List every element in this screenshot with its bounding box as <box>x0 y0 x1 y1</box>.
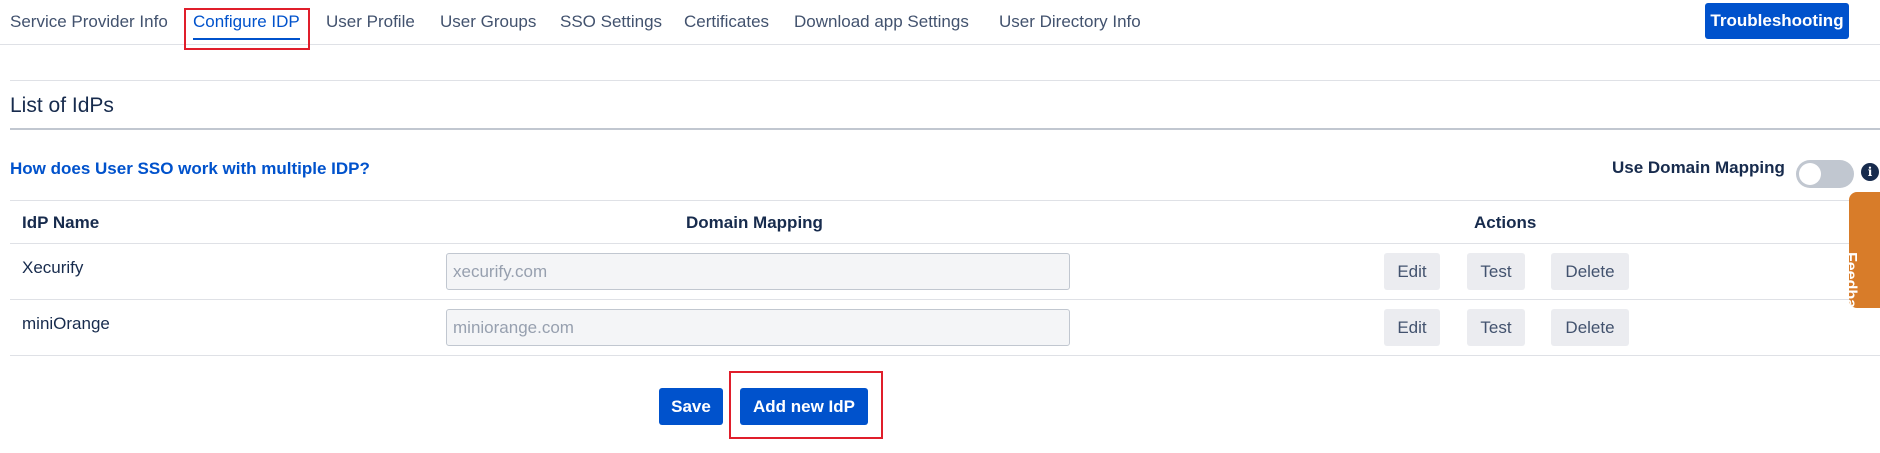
tab-download-app-settings[interactable]: Download app Settings <box>794 12 969 34</box>
divider <box>10 80 1880 81</box>
idp-name: miniOrange <box>22 314 110 333</box>
idp-name: Xecurify <box>22 258 84 277</box>
page: Service Provider Info Configure IDP User… <box>0 0 1880 453</box>
feedback-tab[interactable]: Feedback <box>1849 192 1880 308</box>
domain-mapping-input[interactable] <box>446 309 1070 346</box>
tab-user-profile[interactable]: User Profile <box>326 12 415 34</box>
delete-button[interactable]: Delete <box>1551 253 1629 290</box>
table-header: IdP Name Domain Mapping Actions <box>10 200 1880 244</box>
column-header-actions: Actions <box>1474 213 1537 232</box>
use-domain-mapping-toggle[interactable] <box>1796 160 1854 188</box>
tab-user-directory-info[interactable]: User Directory Info <box>999 12 1141 34</box>
toggle-knob <box>1799 163 1821 185</box>
edit-button[interactable]: Edit <box>1384 253 1440 290</box>
tab-sso-settings[interactable]: SSO Settings <box>560 12 662 34</box>
tab-service-provider-info[interactable]: Service Provider Info <box>10 12 168 34</box>
table-row: miniOrange Edit Test Delete <box>10 300 1880 356</box>
save-button[interactable]: Save <box>659 388 723 425</box>
feedback-label: Feedback <box>1849 252 1859 308</box>
tab-certificates[interactable]: Certificates <box>684 12 769 34</box>
use-domain-mapping-label: Use Domain Mapping <box>1612 158 1785 177</box>
tab-user-groups[interactable]: User Groups <box>440 12 536 34</box>
divider <box>10 128 1880 130</box>
multiple-idp-help-link[interactable]: How does User SSO work with multiple IDP… <box>10 159 370 179</box>
table-row: Xecurify Edit Test Delete <box>10 244 1880 300</box>
add-new-idp-button[interactable]: Add new IdP <box>740 388 868 425</box>
test-button[interactable]: Test <box>1467 253 1525 290</box>
test-button[interactable]: Test <box>1467 309 1525 346</box>
column-header-domain-mapping: Domain Mapping <box>686 213 823 232</box>
delete-button[interactable]: Delete <box>1551 309 1629 346</box>
troubleshooting-button[interactable]: Troubleshooting <box>1705 3 1849 39</box>
info-icon[interactable]: i <box>1861 163 1879 181</box>
section-title: List of IdPs <box>10 94 114 117</box>
edit-button[interactable]: Edit <box>1384 309 1440 346</box>
column-header-idp-name: IdP Name <box>22 213 100 232</box>
domain-mapping-input[interactable] <box>446 253 1070 290</box>
top-nav: Service Provider Info Configure IDP User… <box>0 0 1880 45</box>
tab-configure-idp[interactable]: Configure IDP <box>193 12 300 40</box>
